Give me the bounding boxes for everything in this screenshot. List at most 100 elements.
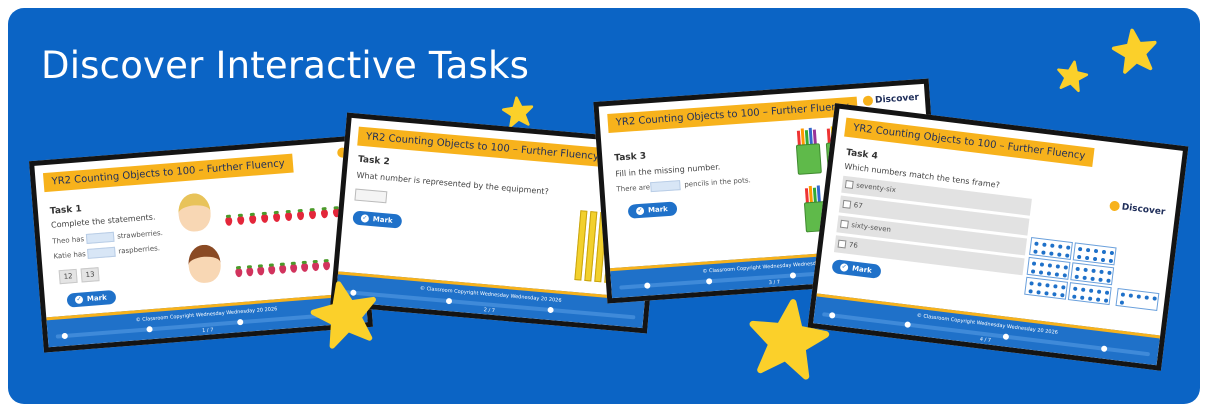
counter-dot [1029,281,1034,286]
task-question: Fill in the missing number. [615,162,721,179]
counter-dot [1065,245,1071,250]
number-tile[interactable]: 13 [80,267,100,283]
counter-dot [1033,249,1038,254]
girl-illustration [187,243,223,284]
mark-button[interactable]: ✓ Mark [627,201,678,219]
counter-dot [1092,256,1098,262]
counter-dot [1120,292,1126,297]
counter-dot [1060,293,1065,298]
counter-dot [1061,285,1066,290]
discover-banner: Discover Interactive Tasks YR2 Counting … [8,8,1200,404]
counter-dot [1093,248,1099,254]
counter-dot [1082,275,1087,281]
counter-dot [1104,290,1110,295]
counter-dot [1087,296,1093,301]
counter-dot [1091,268,1096,274]
counter-dot [1107,270,1112,276]
counter-dot [1036,290,1041,295]
discover-logo: Discover [862,92,919,107]
banner-title: Discover Interactive Tasks [41,44,530,87]
counter-dot [1039,262,1045,267]
counter-dot [1085,247,1091,253]
counter-dot [1038,270,1044,275]
mark-button[interactable]: ✓ Mark [831,259,882,279]
mark-button[interactable]: ✓ Mark [352,210,403,229]
counter-dot [1106,278,1111,284]
counter-dot [1054,272,1060,277]
counter-dot [1099,269,1104,275]
check-icon: ✓ [635,206,645,216]
counter-dot [1080,287,1086,293]
answer-input-2[interactable] [87,246,116,259]
counter-dot [1062,273,1068,278]
boy-illustration [177,192,212,233]
task-number: Task 4 [845,147,879,162]
counter-dot [1077,246,1083,252]
counter-dot [1100,257,1106,263]
discover-logo: Discover [1109,200,1166,218]
progress-track[interactable] [822,311,1151,357]
counter-dot [1152,296,1157,301]
task-number: Task 2 [357,154,391,168]
counter-dot [1083,267,1088,273]
star-icon [500,94,535,129]
statement-start: There are [616,183,651,194]
counter-dot [1101,249,1107,255]
counter-dot [1095,297,1101,302]
star-icon [741,293,836,386]
counter-dot [1031,261,1037,266]
statement-end: pencils in the pots. [684,176,751,189]
counter-dot [1052,292,1057,297]
counter-dot [1055,264,1061,269]
task-number: Task 1 [49,204,83,217]
counter-dot [1072,294,1077,299]
counter-dot [1049,251,1054,256]
counter-dot [1030,269,1036,274]
counter-dot [1084,255,1090,261]
statement-1-start: Theo has [52,235,85,246]
counter-dot [1034,241,1039,246]
counter-dot [1046,271,1052,276]
counter-dot [1128,293,1134,298]
task-slide-4[interactable]: YR2 Counting Objects to 100 – Further Fl… [807,103,1189,371]
counter-dot [1075,266,1080,272]
statement-2-end: raspberries. [118,244,161,256]
star-icon [1053,57,1090,94]
counter-dot [1079,295,1085,300]
counter-dot [1109,250,1115,256]
counter-dot [1047,263,1053,268]
answer-input[interactable] [354,188,388,204]
counter-dot [1041,250,1046,255]
counter-dot [1042,242,1047,247]
sun-icon [1109,200,1121,212]
counter-dot [1088,288,1094,293]
sun-icon [862,95,874,107]
counter-dot [1144,295,1149,300]
counter-dot [1044,291,1049,296]
number-tile[interactable]: 12 [58,268,78,285]
slide-header: YR2 Counting Objects to 100 – Further Fl… [844,117,1095,167]
answer-input[interactable] [650,180,681,193]
counter-dot [1073,286,1078,292]
counter-dot [1136,294,1142,299]
counter-dot [1050,243,1055,248]
counter-dot [1098,277,1103,283]
counter-dot [1074,274,1079,280]
counter-dot [1119,300,1125,305]
statement-2-start: Katie has [53,250,87,261]
check-icon: ✓ [360,214,370,223]
counter-dot [1096,289,1102,294]
task-number: Task 3 [614,151,647,164]
mark-button[interactable]: ✓ Mark [66,289,117,308]
counter-dot [1037,282,1042,287]
counter-dot [1076,254,1082,260]
counter-dot [1058,244,1063,249]
slide-header: YR2 Counting Objects to 100 – Further Fl… [357,126,608,168]
answer-input-1[interactable] [85,231,115,244]
counter-dot [1103,298,1109,303]
star-icon [304,273,387,354]
check-icon: ✓ [74,295,84,305]
star-icon [1108,25,1162,77]
counter-dot [1065,253,1070,258]
slide-header: YR2 Counting Objects to 100 – Further Fl… [607,96,858,133]
